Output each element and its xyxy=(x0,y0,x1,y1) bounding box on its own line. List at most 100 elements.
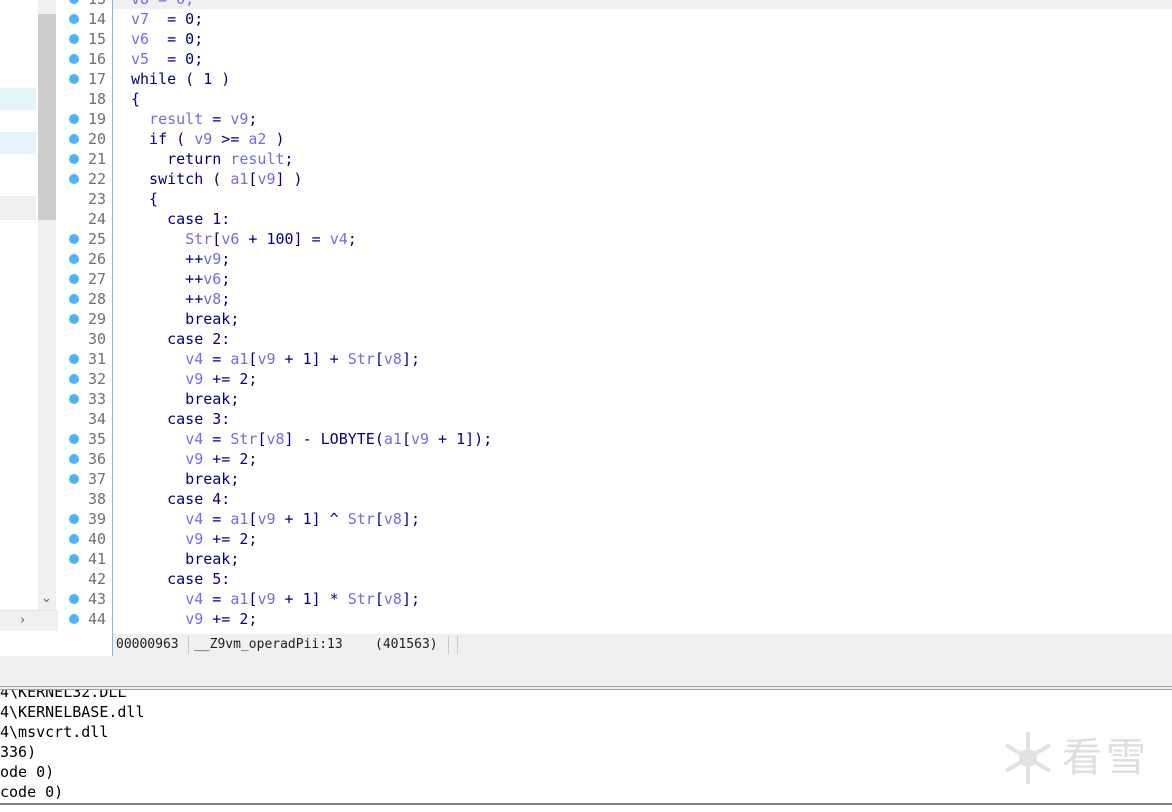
breakpoint-icon[interactable] xyxy=(69,354,79,364)
gutter-row[interactable]: 15 xyxy=(62,29,112,49)
code-line[interactable]: v9 += 2; xyxy=(131,529,257,549)
gutter-row[interactable]: 13 xyxy=(62,0,112,9)
gutter-row[interactable]: 43 xyxy=(62,589,112,609)
gutter-row[interactable]: 19 xyxy=(62,109,112,129)
gutter-row[interactable]: 20 xyxy=(62,129,112,149)
breakpoint-icon[interactable] xyxy=(69,374,79,384)
code-line[interactable]: v6 = 0; xyxy=(131,29,203,49)
breakpoint-icon[interactable] xyxy=(69,274,79,284)
gutter-row[interactable]: 40 xyxy=(62,529,112,549)
code-line[interactable]: case 5: xyxy=(131,569,230,589)
list-item-selected[interactable] xyxy=(0,196,36,220)
code-line[interactable]: ++v6; xyxy=(131,269,230,289)
code-token: break; xyxy=(131,470,240,488)
code-line[interactable]: v4 = a1[v9 + 1] ^ Str[v8]; xyxy=(131,509,420,529)
code-line[interactable]: return result; xyxy=(131,149,293,169)
gutter-row[interactable]: 18 xyxy=(62,89,112,109)
breakpoint-icon[interactable] xyxy=(69,114,79,124)
gutter-row[interactable]: 28 xyxy=(62,289,112,309)
code-line[interactable]: v4 = a1[v9 + 1] * Str[v8]; xyxy=(131,589,420,609)
breakpoint-icon[interactable] xyxy=(69,74,79,84)
code-line[interactable]: ++v8; xyxy=(131,289,230,309)
breakpoint-icon[interactable] xyxy=(69,134,79,144)
code-line-current[interactable]: v8 = 0; xyxy=(113,0,1172,9)
code-line[interactable]: { xyxy=(131,189,158,209)
code-line[interactable]: case 4: xyxy=(131,489,230,509)
code-line[interactable]: v9 += 2; xyxy=(131,609,257,629)
gutter-row[interactable]: 27 xyxy=(62,269,112,289)
gutter-row[interactable]: 32 xyxy=(62,369,112,389)
code-line[interactable]: break; xyxy=(131,389,239,409)
horizontal-scrollbar[interactable]: › xyxy=(0,610,58,631)
breakpoint-icon[interactable] xyxy=(69,614,79,624)
code-line[interactable]: Str[v6 + 100] = v4; xyxy=(131,229,357,249)
gutter-row[interactable]: 23 xyxy=(62,189,112,209)
breakpoint-icon[interactable] xyxy=(69,534,79,544)
code-line[interactable]: ++v9; xyxy=(131,249,230,269)
code-line[interactable]: v7 = 0; xyxy=(131,9,203,29)
gutter-row[interactable]: 30 xyxy=(62,329,112,349)
code-line[interactable]: if ( v9 >= a2 ) xyxy=(131,129,284,149)
breakpoint-icon[interactable] xyxy=(69,254,79,264)
gutter-row[interactable]: 24 xyxy=(62,209,112,229)
gutter-row[interactable]: 41 xyxy=(62,549,112,569)
code-line[interactable]: switch ( a1[v9] ) xyxy=(131,169,303,189)
breakpoint-icon[interactable] xyxy=(69,174,79,184)
gutter-row[interactable]: 14 xyxy=(62,9,112,29)
code-line[interactable]: break; xyxy=(131,309,239,329)
breakpoint-icon[interactable] xyxy=(69,314,79,324)
list-item-highlight[interactable] xyxy=(0,88,36,110)
code-line[interactable]: { xyxy=(131,89,140,109)
breakpoint-icon[interactable] xyxy=(69,434,79,444)
gutter-row[interactable]: 16 xyxy=(62,49,112,69)
gutter-row[interactable]: 29 xyxy=(62,309,112,329)
pseudocode-view[interactable]: v8 = 0; v7 = 0;v6 = 0;v5 = 0;while ( 1 )… xyxy=(113,0,1172,632)
gutter-row[interactable]: 25 xyxy=(62,229,112,249)
chevron-down-icon[interactable]: ⌄ xyxy=(41,592,52,606)
gutter-row[interactable]: 37 xyxy=(62,469,112,489)
gutter-row[interactable]: 22 xyxy=(62,169,112,189)
gutter-row[interactable]: 44 xyxy=(62,609,112,629)
gutter-row[interactable]: 21 xyxy=(62,149,112,169)
code-line[interactable]: while ( 1 ) xyxy=(131,69,230,89)
gutter-row[interactable]: 38 xyxy=(62,489,112,509)
code-line[interactable]: break; xyxy=(131,469,239,489)
code-line[interactable]: v4 = a1[v9 + 1] + Str[v8]; xyxy=(131,349,420,369)
gutter-row[interactable]: 39 xyxy=(62,509,112,529)
gutter-row[interactable]: 31 xyxy=(62,349,112,369)
breakpoint-icon[interactable] xyxy=(69,154,79,164)
code-line[interactable]: case 2: xyxy=(131,329,230,349)
gutter-row[interactable]: 42 xyxy=(62,569,112,589)
gutter-row[interactable]: 36 xyxy=(62,449,112,469)
code-line[interactable]: v9 += 2; xyxy=(131,449,257,469)
breakpoint-icon[interactable] xyxy=(69,0,79,4)
breakpoint-icon[interactable] xyxy=(69,474,79,484)
gutter-row[interactable]: 26 xyxy=(62,249,112,269)
breakpoint-icon[interactable] xyxy=(69,34,79,44)
list-item-highlight[interactable] xyxy=(0,132,36,154)
code-line[interactable]: case 3: xyxy=(131,409,230,429)
scrollbar-thumb[interactable] xyxy=(38,14,56,220)
code-line[interactable]: break; xyxy=(131,549,239,569)
gutter-row[interactable]: 33 xyxy=(62,389,112,409)
breakpoint-icon[interactable] xyxy=(69,294,79,304)
breakpoint-icon[interactable] xyxy=(69,514,79,524)
gutter-row[interactable]: 34 xyxy=(62,409,112,429)
chevron-right-icon[interactable]: › xyxy=(20,614,25,628)
breakpoint-icon[interactable] xyxy=(69,14,79,24)
breakpoint-icon[interactable] xyxy=(69,234,79,244)
gutter-row[interactable]: 35 xyxy=(62,429,112,449)
code-line[interactable]: result = v9; xyxy=(131,109,257,129)
gutter-row[interactable]: 17 xyxy=(62,69,112,89)
code-line[interactable]: v9 += 2; xyxy=(131,369,257,389)
breakpoint-icon[interactable] xyxy=(69,554,79,564)
breakpoint-icon[interactable] xyxy=(69,594,79,604)
code-line[interactable]: case 1: xyxy=(131,209,230,229)
code-line[interactable]: v4 = Str[v8] - LOBYTE(a1[v9 + 1]); xyxy=(131,429,492,449)
breakpoint-icon[interactable] xyxy=(69,454,79,464)
code-line[interactable]: v5 = 0; xyxy=(131,49,203,69)
breakpoint-icon[interactable] xyxy=(69,394,79,404)
vertical-scrollbar[interactable]: ⌄ xyxy=(38,0,56,610)
breakpoint-icon[interactable] xyxy=(69,54,79,64)
pane-splitter[interactable] xyxy=(0,656,1172,690)
